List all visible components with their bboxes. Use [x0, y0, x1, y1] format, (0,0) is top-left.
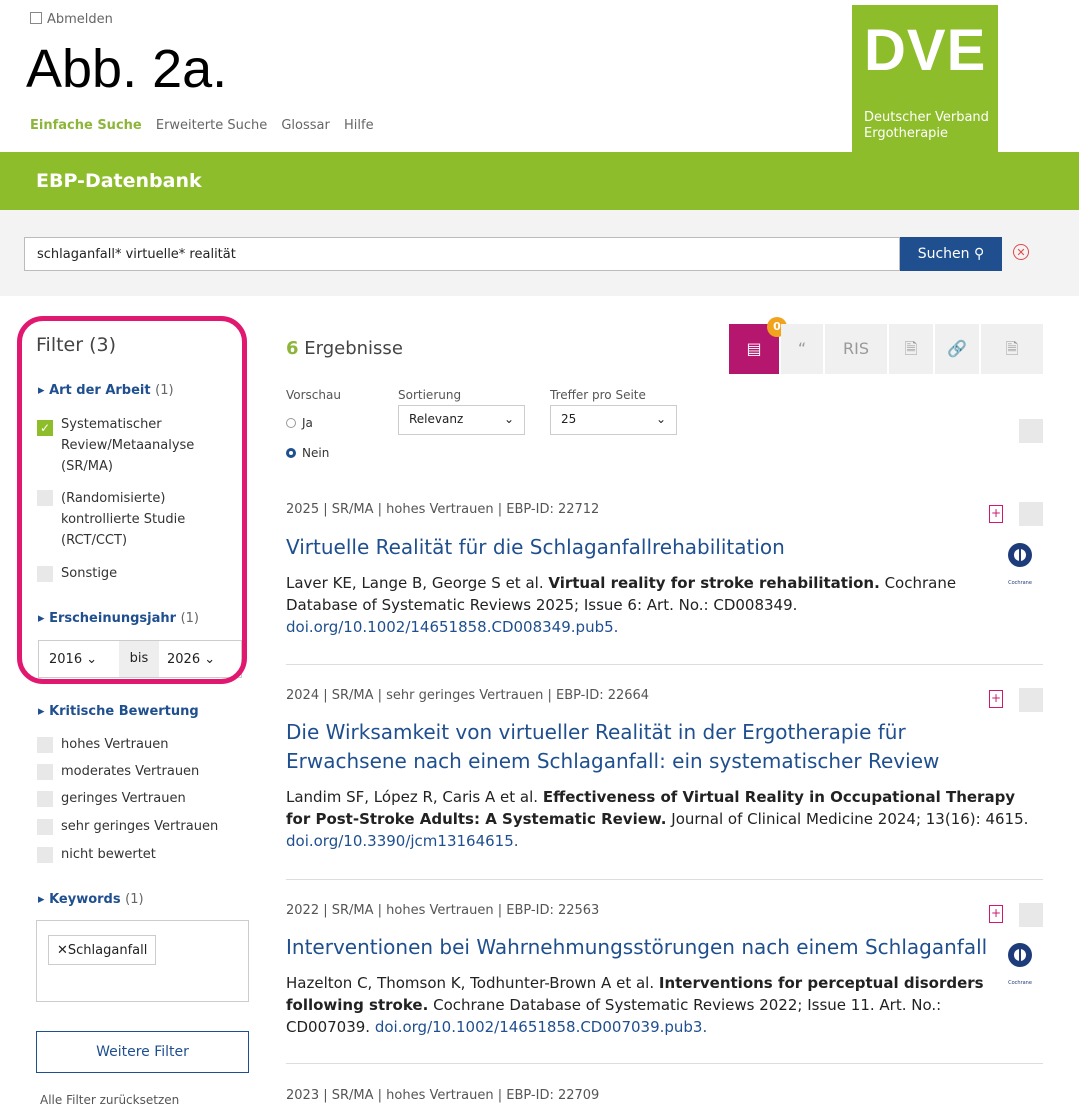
- chevron-down-icon: ⌄: [655, 412, 666, 426]
- cochrane-logo-icon: Cochrane: [1006, 942, 1034, 986]
- per-page-label: Treffer pro Seite: [550, 388, 646, 402]
- result-meta: 2024 | SR/MA | sehr geringes Vertrauen |…: [286, 688, 650, 703]
- nav-einfache-suche[interactable]: Einfache Suche: [30, 118, 142, 133]
- divider: [286, 879, 1043, 880]
- bookmark-add-icon[interactable]: +: [989, 690, 1003, 708]
- search-input[interactable]: [24, 237, 900, 271]
- stack-icon: ▤: [746, 339, 762, 358]
- clear-search-icon[interactable]: ✕: [1013, 244, 1029, 260]
- result-checkbox[interactable]: [1019, 688, 1043, 712]
- divider: [286, 664, 1043, 665]
- checkbox-nicht-bewertet[interactable]: [37, 847, 53, 863]
- quote-icon: “: [797, 339, 807, 358]
- logout-icon: [30, 12, 42, 24]
- bookmark-add-icon[interactable]: +: [989, 505, 1003, 523]
- result-citation: Laver KE, Lange B, George S et al. Virtu…: [286, 574, 957, 636]
- divider: [286, 1063, 1043, 1064]
- result-checkbox[interactable]: [1019, 903, 1043, 927]
- checkbox-sehr-geringes[interactable]: [37, 819, 53, 835]
- nav-glossar[interactable]: Glossar: [281, 118, 330, 133]
- result-meta: 2022 | SR/MA | hohes Vertrauen | EBP-ID:…: [286, 903, 600, 918]
- result-title[interactable]: Die Wirksamkeit von virtueller Realität …: [286, 718, 966, 776]
- reset-filters-link[interactable]: Alle Filter zurücksetzen: [40, 1093, 179, 1107]
- cite-button[interactable]: “: [781, 324, 823, 374]
- checkbox-label: geringes Vertrauen: [61, 791, 186, 806]
- link-icon: 🔗: [947, 339, 967, 358]
- sort-select[interactable]: Relevanz ⌄: [398, 405, 525, 435]
- select-all-checkbox[interactable]: [1019, 419, 1043, 443]
- nav-hilfe[interactable]: Hilfe: [344, 118, 374, 133]
- logout-link[interactable]: Abmelden: [30, 12, 113, 27]
- radio-nein[interactable]: Nein: [286, 446, 329, 460]
- result-checkbox[interactable]: [1019, 502, 1043, 526]
- csv-file-icon: 🗎: [904, 339, 918, 358]
- keyword-tag[interactable]: ✕Schlaganfall: [48, 935, 157, 965]
- more-filters-button[interactable]: Weitere Filter: [36, 1031, 249, 1073]
- result-meta: 2023 | SR/MA | hohes Vertrauen | EBP-ID:…: [286, 1088, 600, 1103]
- checkbox-hohes[interactable]: [37, 737, 53, 753]
- doi-link[interactable]: doi.org/10.1002/14651858.CD008349.pub5.: [286, 618, 618, 636]
- dve-logo[interactable]: DVE Deutscher Verband Ergotherapie: [852, 5, 998, 153]
- figure-label: Abb. 2a.: [26, 39, 228, 99]
- results-count: 6 Ergebnisse: [286, 338, 403, 359]
- filter-keywords[interactable]: ▸ Keywords (1): [38, 892, 144, 907]
- checkbox-label: nicht bewertet: [61, 847, 156, 862]
- ris-button[interactable]: RIS: [825, 324, 887, 374]
- link-button[interactable]: 🔗: [935, 324, 979, 374]
- search-button[interactable]: Suchen ⚲: [900, 237, 1002, 271]
- remove-tag-icon[interactable]: ✕: [57, 943, 68, 958]
- sort-label: Sortierung: [398, 388, 462, 402]
- database-title: EBP-Datenbank: [36, 170, 202, 192]
- checkbox-label: moderates Vertrauen: [61, 764, 200, 779]
- result-title[interactable]: Virtuelle Realität für die Schlaganfallr…: [286, 533, 785, 562]
- vorschau-label: Vorschau: [286, 388, 341, 402]
- filter-kritische-bewertung[interactable]: ▸ Kritische Bewertung: [38, 704, 199, 719]
- result-citation: Hazelton C, Thomson K, Todhunter-Brown A…: [286, 974, 984, 1036]
- pdf-button[interactable]: 🗎: [981, 324, 1043, 374]
- doi-link[interactable]: doi.org/10.1002/14651858.CD007039.pub3.: [375, 1018, 707, 1036]
- doi-link[interactable]: doi.org/10.3390/jcm13164615.: [286, 832, 519, 850]
- search-icon: ⚲: [974, 246, 985, 262]
- filter-highlight-frame: [17, 316, 247, 684]
- radio-ja[interactable]: Ja: [286, 416, 313, 430]
- nav-erweiterte-suche[interactable]: Erweiterte Suche: [156, 118, 267, 133]
- cochrane-logo-icon: Cochrane: [1006, 542, 1034, 586]
- result-citation: Landim SF, López R, Caris A et al. Effec…: [286, 788, 1029, 850]
- checkbox-moderates[interactable]: [37, 764, 53, 780]
- bookmark-add-icon[interactable]: +: [989, 905, 1003, 923]
- main-nav: Einfache Suche Erweiterte Suche Glossar …: [30, 118, 384, 133]
- checkbox-geringes[interactable]: [37, 791, 53, 807]
- pdf-file-icon: 🗎: [1005, 339, 1019, 358]
- result-meta: 2025 | SR/MA | hohes Vertrauen | EBP-ID:…: [286, 502, 600, 517]
- per-page-select[interactable]: 25 ⌄: [550, 405, 677, 435]
- checkbox-label: sehr geringes Vertrauen: [61, 819, 219, 834]
- result-title[interactable]: Interventionen bei Wahrnehmungsstörungen…: [286, 933, 987, 962]
- chevron-down-icon: ⌄: [503, 412, 514, 426]
- checkbox-label: hohes Vertrauen: [61, 737, 169, 752]
- csv-button[interactable]: 🗎: [889, 324, 933, 374]
